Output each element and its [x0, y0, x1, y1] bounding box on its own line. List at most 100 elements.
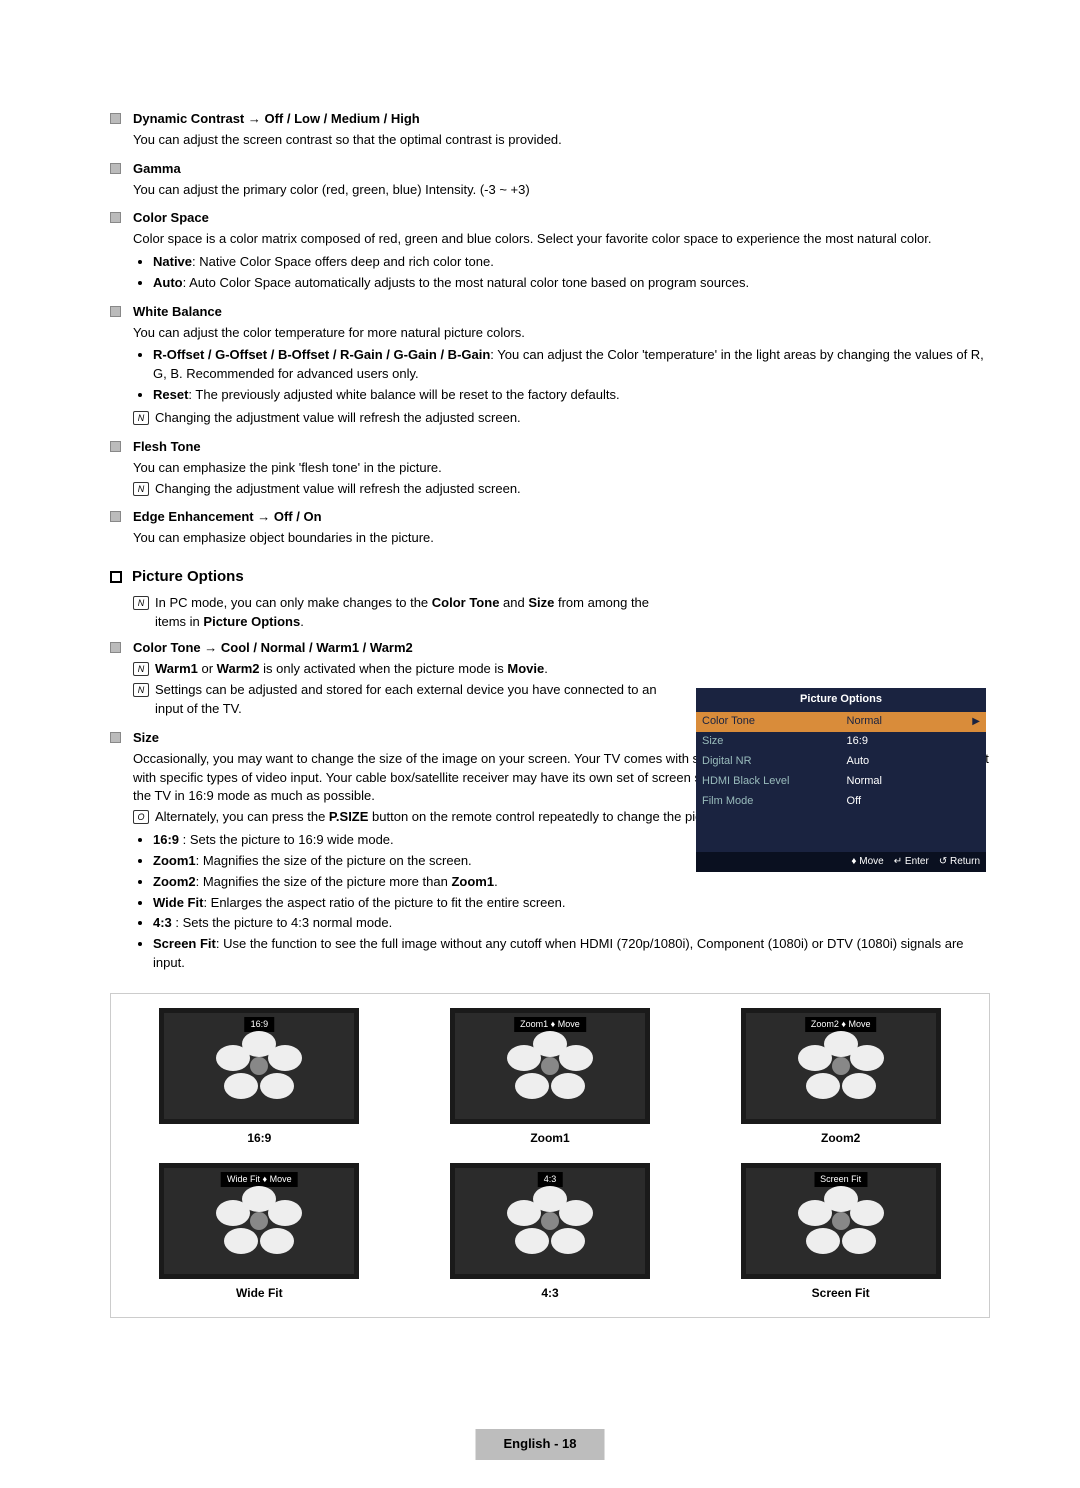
note-text: In PC mode, you can only make changes to… [155, 594, 670, 632]
item-label: Edge Enhancement → Off / On [133, 508, 322, 527]
flower-icon [214, 1031, 304, 1101]
bullet-square [110, 511, 121, 522]
item-desc: You can emphasize object boundaries in t… [133, 529, 990, 548]
osd-footer: ♦ Move ↵ Enter ↺ Return [696, 852, 986, 873]
note: N Warm1 or Warm2 is only activated when … [133, 660, 670, 679]
gallery-caption: Wide Fit [129, 1285, 390, 1302]
bullet-square [110, 306, 121, 317]
chevron-right-icon: ▶ [972, 715, 980, 730]
list-item: 4:3 : Sets the picture to 4:3 normal mod… [153, 914, 990, 933]
osd-key: HDMI Black Level [702, 774, 847, 790]
osd-foot-move: ♦ Move [851, 855, 883, 870]
osd-value: Normal [847, 774, 980, 790]
item-label: Dynamic Contrast → Off / Low / Medium / … [133, 110, 420, 129]
item-color-tone: Color Tone → Cool / Normal / Warm1 / War… [110, 639, 670, 718]
item-dynamic-contrast: Dynamic Contrast → Off / Low / Medium / … [110, 110, 990, 150]
gallery-caption: 16:9 [129, 1130, 390, 1147]
note-text: Changing the adjustment value will refre… [155, 480, 521, 499]
flower-icon [505, 1031, 595, 1101]
size-gallery: 16:9 16:9 Zoom1 ♦ Move Zoom1 Zoom2 ♦ Mov… [110, 993, 990, 1318]
osd-row-film-mode[interactable]: Film ModeOff [696, 792, 986, 812]
note-icon: N [133, 662, 149, 676]
tv-bar: Zoom1 ♦ Move [514, 1017, 586, 1032]
tv-thumb: Wide Fit ♦ Move [159, 1163, 359, 1279]
section-picture-options: Picture Options [110, 566, 990, 588]
item-desc: You can adjust the screen contrast so th… [133, 131, 990, 150]
tv-bar: Wide Fit ♦ Move [221, 1172, 298, 1187]
osd-row-hdmi-black[interactable]: HDMI Black LevelNormal [696, 772, 986, 792]
osd-title: Picture Options [696, 688, 986, 712]
item-edge-enhancement: Edge Enhancement → Off / On You can emph… [110, 508, 990, 548]
item-label: Gamma [133, 160, 181, 179]
bullet-square [110, 642, 121, 653]
note-icon: N [133, 596, 149, 610]
osd-value: 16:9 [847, 734, 980, 750]
list-item: Auto: Auto Color Space automatically adj… [153, 274, 990, 293]
tv-bar: 4:3 [538, 1172, 563, 1187]
osd-row-size[interactable]: Size16:9 [696, 732, 986, 752]
section-title: Picture Options [132, 566, 244, 588]
tv-bar: Screen Fit [814, 1172, 867, 1187]
item-desc: Color space is a color matrix composed o… [133, 230, 990, 249]
gallery-cell-zoom1: Zoom1 ♦ Move Zoom1 [420, 1008, 681, 1147]
remote-icon: O [133, 810, 149, 824]
bullet-square [110, 163, 121, 174]
note-icon: N [133, 411, 149, 425]
tv-bar: 16:9 [245, 1017, 275, 1032]
sublist: Native: Native Color Space offers deep a… [133, 253, 990, 293]
note: N Changing the adjustment value will refr… [133, 480, 990, 499]
note-icon: N [133, 683, 149, 697]
page-number: English - 18 [476, 1429, 605, 1460]
tv-thumb: Screen Fit [741, 1163, 941, 1279]
note-text: Settings can be adjusted and stored for … [155, 681, 670, 719]
tv-thumb: Zoom2 ♦ Move [741, 1008, 941, 1124]
list-item: Screen Fit: Use the function to see the … [153, 935, 990, 973]
item-gamma: Gamma You can adjust the primary color (… [110, 160, 990, 200]
gallery-cell-4-3: 4:3 4:3 [420, 1163, 681, 1302]
item-flesh-tone: Flesh Tone You can emphasize the pink 'f… [110, 438, 990, 499]
item-label: Color Tone → Cool / Normal / Warm1 / War… [133, 639, 413, 658]
osd-row-digital-nr[interactable]: Digital NRAuto [696, 752, 986, 772]
gallery-cell-wide-fit: Wide Fit ♦ Move Wide Fit [129, 1163, 390, 1302]
item-desc: You can adjust the primary color (red, g… [133, 181, 990, 200]
gallery-caption: Zoom2 [710, 1130, 971, 1147]
section-square-icon [110, 571, 122, 583]
item-desc: You can adjust the color temperature for… [133, 324, 990, 343]
osd-foot-return: ↺ Return [939, 855, 980, 870]
note: N In PC mode, you can only make changes … [133, 594, 670, 632]
sublist: R-Offset / G-Offset / B-Offset / R-Gain … [133, 346, 990, 405]
flower-icon [214, 1186, 304, 1256]
flower-icon [505, 1186, 595, 1256]
bullet-square [110, 212, 121, 223]
osd-row-color-tone[interactable]: Color Tone Normal ▶ [696, 712, 986, 732]
list-item: Zoom2: Magnifies the size of the picture… [153, 873, 990, 892]
osd-panel: Picture Options Color Tone Normal ▶ Size… [696, 688, 986, 872]
tv-thumb: Zoom1 ♦ Move [450, 1008, 650, 1124]
gallery-caption: Screen Fit [710, 1285, 971, 1302]
gallery-caption: 4:3 [420, 1285, 681, 1302]
osd-value: Off [847, 794, 980, 810]
note-text: Changing the adjustment value will refre… [155, 409, 521, 428]
osd-key: Color Tone [702, 714, 847, 730]
item-label: White Balance [133, 303, 222, 322]
gallery-caption: Zoom1 [420, 1130, 681, 1147]
gallery-cell-16-9: 16:9 16:9 [129, 1008, 390, 1147]
tv-bar: Zoom2 ♦ Move [805, 1017, 877, 1032]
osd-key: Film Mode [702, 794, 847, 810]
osd-value: Normal [847, 714, 973, 730]
flower-icon [796, 1031, 886, 1101]
osd-foot-enter: ↵ Enter [894, 855, 929, 870]
bullet-square [110, 732, 121, 743]
list-item: Native: Native Color Space offers deep a… [153, 253, 990, 272]
list-item: Reset: The previously adjusted white bal… [153, 386, 990, 405]
note-icon: N [133, 482, 149, 496]
list-item: R-Offset / G-Offset / B-Offset / R-Gain … [153, 346, 990, 384]
note-text: Alternately, you can press the P.SIZE bu… [155, 808, 754, 827]
item-white-balance: White Balance You can adjust the color t… [110, 303, 990, 428]
note: N Settings can be adjusted and stored fo… [133, 681, 670, 719]
osd-key: Digital NR [702, 754, 847, 770]
gallery-cell-zoom2: Zoom2 ♦ Move Zoom2 [710, 1008, 971, 1147]
tv-thumb: 16:9 [159, 1008, 359, 1124]
list-item: Wide Fit: Enlarges the aspect ratio of t… [153, 894, 990, 913]
osd-key: Size [702, 734, 847, 750]
